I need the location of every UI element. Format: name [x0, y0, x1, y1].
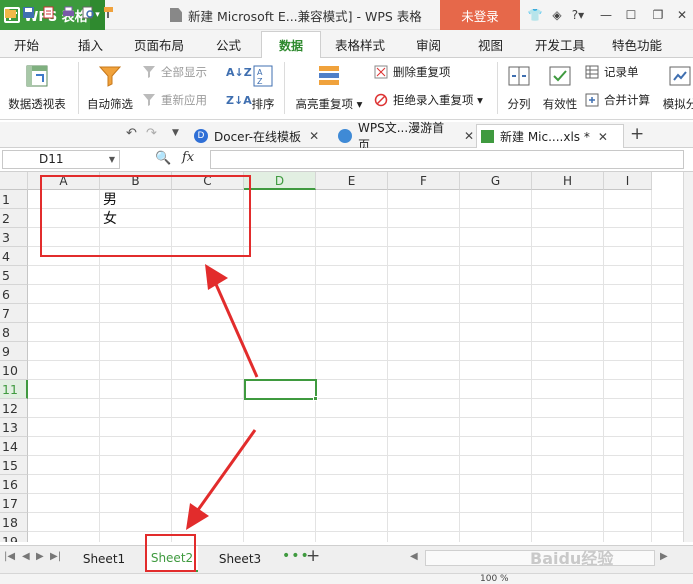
first-sheet-icon[interactable]: |◀ — [4, 551, 15, 562]
scroll-left-icon[interactable]: ◀ — [410, 551, 418, 562]
scroll-right-icon[interactable]: ▶ — [660, 551, 668, 562]
arrow-line-down — [196, 429, 257, 511]
arrow-head-down — [186, 503, 209, 530]
annotation-arrows — [186, 264, 259, 530]
status-bar: 100 % — [0, 573, 693, 584]
annotation-sheet-box — [145, 534, 196, 572]
zoom-level: 100 % — [480, 574, 509, 584]
prev-sheet-icon[interactable]: ◀ — [22, 551, 30, 562]
sheet-tab-1[interactable]: Sheet1 — [72, 546, 136, 572]
next-sheet-icon[interactable]: ▶ — [36, 551, 44, 562]
last-sheet-icon[interactable]: ▶| — [50, 551, 61, 562]
arrow-line-up — [213, 281, 259, 378]
sheet-tab-3[interactable]: Sheet3 — [208, 546, 272, 572]
watermark: Baidu经验 — [530, 549, 614, 568]
add-sheet-icon[interactable]: + — [306, 546, 320, 566]
